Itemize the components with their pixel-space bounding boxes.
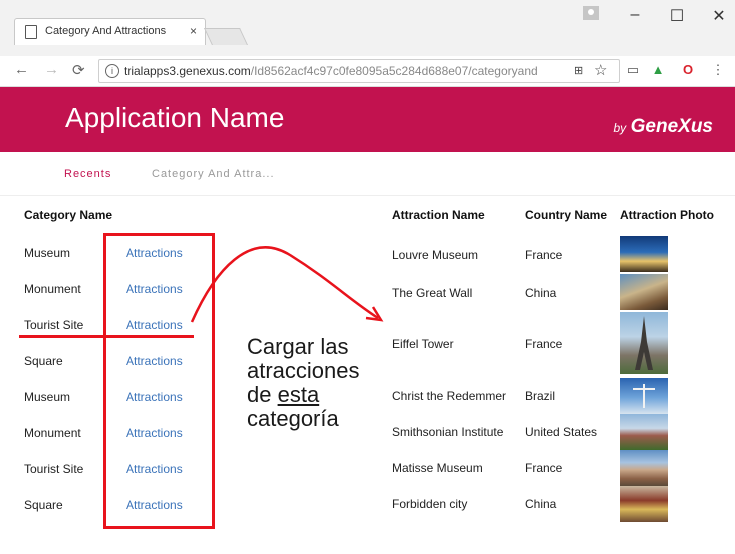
christ-redeemer-photo	[620, 378, 668, 414]
category-name: Square	[24, 498, 63, 512]
category-name: Monument	[24, 426, 81, 440]
annotation-underline	[19, 335, 194, 338]
country-name: France	[525, 337, 563, 351]
opera-icon[interactable]: O	[680, 62, 696, 78]
category-name: Tourist Site	[24, 462, 84, 476]
attraction-name: The Great Wall	[392, 286, 473, 300]
annotation-highlight-box	[103, 233, 215, 529]
country-name: United States	[525, 425, 598, 439]
attraction-name: Smithsonian Institute	[392, 425, 504, 439]
annotation-text: Cargar las atracciones de esta categoría	[247, 334, 360, 431]
matisse-museum-photo	[620, 450, 668, 486]
close-window-button[interactable]: ✕	[704, 6, 734, 26]
menu-icon[interactable]: ⋮	[710, 62, 726, 78]
divider	[0, 195, 735, 196]
attraction-name-header: Attraction Name	[392, 208, 485, 222]
great-wall-photo	[620, 274, 668, 310]
breadcrumb-recents[interactable]: Recents	[64, 168, 111, 180]
forward-icon[interactable]: →	[44, 61, 59, 78]
breadcrumb-current: Category And Attra...	[152, 168, 275, 180]
browser-tab[interactable]: Category And Attractions ×	[14, 18, 206, 45]
maximize-button[interactable]: ☐	[662, 6, 692, 26]
category-name: Museum	[24, 390, 71, 404]
country-name: China	[525, 497, 557, 511]
star-icon[interactable]: ☆	[594, 61, 607, 79]
louvre-photo	[620, 236, 668, 272]
attraction-name: Forbidden city	[392, 497, 468, 511]
attraction-name: Eiffel Tower	[392, 337, 454, 351]
profile-icon[interactable]	[583, 6, 599, 20]
back-icon[interactable]: ←	[14, 61, 29, 78]
country-name: France	[525, 461, 563, 475]
tab-title: Category And Attractions	[45, 25, 167, 37]
attraction-name: Christ the Redemmer	[392, 389, 507, 403]
translate-icon[interactable]: ⊞	[574, 64, 583, 77]
attraction-name: Matisse Museum	[392, 461, 483, 475]
page-icon	[25, 25, 37, 39]
forbidden-city-photo	[620, 486, 668, 522]
browser-toolbar: ← → ⟳ i trialapps3.genexus.com/Id8562acf…	[0, 56, 735, 87]
country-name: China	[525, 286, 557, 300]
browser-titlebar: Category And Attractions × – ☐ ✕	[0, 0, 735, 57]
eiffel-tower-photo	[620, 312, 668, 374]
category-name: Monument	[24, 282, 81, 296]
genexus-logo: by GeneXus	[613, 116, 713, 137]
category-name-header: Category Name	[24, 208, 113, 222]
category-name: Tourist Site	[24, 318, 84, 332]
category-name: Museum	[24, 246, 71, 260]
tab-close-icon[interactable]: ×	[190, 24, 197, 38]
reload-icon[interactable]: ⟳	[72, 61, 85, 79]
new-extension-icon[interactable]: ▲	[650, 62, 666, 78]
new-tab-button[interactable]	[204, 28, 248, 45]
minimize-button[interactable]: –	[620, 6, 650, 24]
attraction-name: Louvre Museum	[392, 248, 479, 262]
country-name: Brazil	[525, 389, 556, 403]
category-name: Square	[24, 354, 63, 368]
info-icon[interactable]: i	[105, 64, 119, 78]
smithsonian-photo	[620, 414, 668, 450]
cast-icon[interactable]: ▭	[625, 62, 641, 78]
attraction-photo-header: Attraction Photo	[620, 208, 714, 222]
url-text[interactable]: trialapps3.genexus.com/Id8562acf4c97c0fe…	[124, 64, 564, 78]
address-bar[interactable]: i trialapps3.genexus.com/Id8562acf4c97c0…	[98, 59, 620, 83]
country-name: France	[525, 248, 563, 262]
country-name-header: Country Name	[525, 208, 608, 222]
app-title: Application Name	[65, 102, 285, 133]
